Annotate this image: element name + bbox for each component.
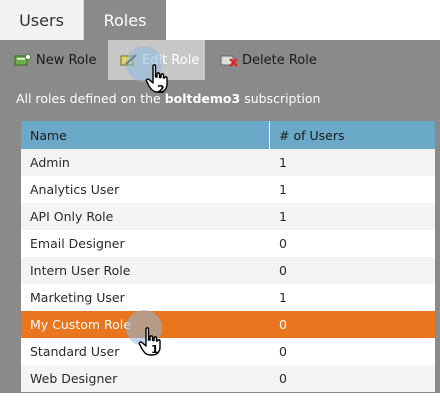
delete-role-icon <box>220 55 238 67</box>
user-count: 1 <box>279 155 287 170</box>
delete-role-label: Delete Role <box>242 52 317 68</box>
tab-roles[interactable]: Roles <box>84 0 166 40</box>
tab-bar: Users Roles <box>0 0 166 40</box>
role-name: Analytics User <box>30 182 120 197</box>
step-2-label: 2 <box>157 83 165 96</box>
role-name: Intern User Role <box>30 263 131 278</box>
tab-users[interactable]: Users <box>0 0 84 40</box>
new-role-label: New Role <box>36 52 97 68</box>
roles-table: Name # of Users Admin 1 Analytics User 1 A… <box>21 121 435 392</box>
role-name: Web Designer <box>30 371 118 386</box>
caption-suffix: subscription <box>240 91 321 106</box>
new-role-icon <box>14 54 31 66</box>
user-count: 0 <box>279 236 287 251</box>
role-name: API Only Role <box>30 209 114 224</box>
table-row[interactable]: Admin 1 <box>21 149 435 176</box>
table-header: Name # of Users <box>21 121 435 149</box>
user-count: 0 <box>279 263 287 278</box>
role-name: Email Designer <box>30 236 125 251</box>
caption-prefix: All roles defined on the <box>16 91 165 106</box>
subscription-name: boltdemo3 <box>164 91 241 106</box>
user-count: 1 <box>279 182 287 197</box>
user-count: 1 <box>279 290 287 305</box>
table-row-selected[interactable]: My Custom Role 0 <box>21 311 435 338</box>
role-name: Admin <box>30 155 70 170</box>
table-row[interactable]: API Only Role 1 <box>21 203 435 230</box>
column-users-header[interactable]: # of Users <box>270 121 435 149</box>
delete-role-button[interactable]: Delete Role <box>220 40 317 80</box>
table-row[interactable]: Web Designer 0 <box>21 365 435 392</box>
table-row[interactable]: Intern User Role 0 <box>21 257 435 284</box>
table-body: Admin 1 Analytics User 1 API Only Role 1 Em… <box>21 149 435 392</box>
user-count: 0 <box>279 317 287 332</box>
user-count: 0 <box>279 344 287 359</box>
toolbar: New Role Edit Role Delete Role <box>0 40 440 82</box>
user-count: 1 <box>279 209 287 224</box>
table-row[interactable]: Standard User 0 <box>21 338 435 365</box>
column-name-header[interactable]: Name <box>21 121 270 149</box>
table-row[interactable]: Marketing User 1 <box>21 284 435 311</box>
user-count: 0 <box>279 371 287 386</box>
role-name: Marketing User <box>30 290 125 305</box>
table-row[interactable]: Email Designer 0 <box>21 230 435 257</box>
table-row[interactable]: Analytics User 1 <box>21 176 435 203</box>
step-1-label: 1 <box>151 343 159 356</box>
new-role-button[interactable]: New Role <box>14 40 97 80</box>
